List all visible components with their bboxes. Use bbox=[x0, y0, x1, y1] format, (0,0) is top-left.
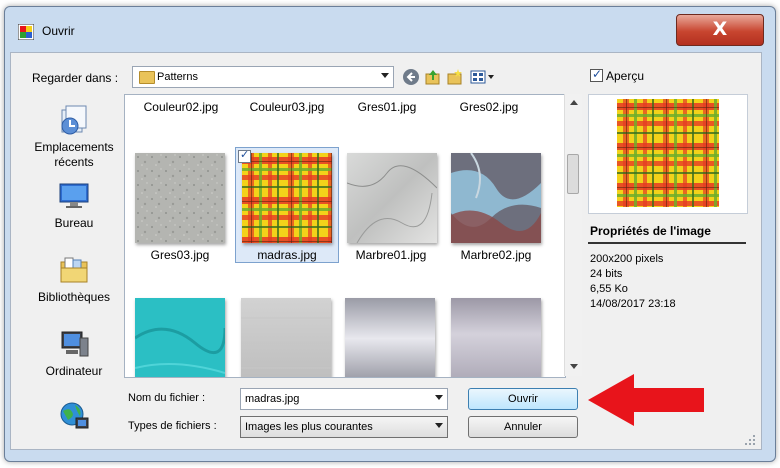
file-thumbnail[interactable] bbox=[347, 153, 437, 243]
file-name[interactable]: Gres02.jpg bbox=[439, 100, 539, 114]
filename-label: Nom du fichier : bbox=[128, 392, 206, 404]
new-folder-icon[interactable] bbox=[446, 68, 464, 86]
property-date: 14/08/2017 23:18 bbox=[590, 298, 676, 310]
file-list-scrollbar[interactable] bbox=[564, 94, 582, 376]
filetype-select[interactable]: Images les plus courantes bbox=[240, 416, 448, 438]
network-icon bbox=[60, 402, 89, 429]
file-name[interactable]: Couleur03.jpg bbox=[237, 100, 337, 114]
preview-image bbox=[617, 99, 719, 207]
window-title: Ouvrir bbox=[42, 24, 75, 38]
lookin-combo[interactable]: Patterns bbox=[132, 66, 394, 88]
file-name[interactable]: Marbre02.jpg bbox=[446, 248, 546, 262]
file-thumbnail[interactable] bbox=[241, 298, 331, 378]
folder-icon bbox=[139, 71, 155, 84]
properties-title: Propriétés de l'image bbox=[590, 224, 711, 238]
file-thumbnail[interactable] bbox=[451, 298, 541, 378]
lookin-value: Patterns bbox=[157, 71, 198, 83]
property-bits: 24 bits bbox=[590, 268, 623, 280]
place-label: Emplacements récents bbox=[34, 140, 114, 169]
app-icon bbox=[18, 24, 34, 40]
recent-places-icon bbox=[61, 105, 87, 135]
divider bbox=[588, 242, 746, 244]
place-network[interactable] bbox=[24, 400, 124, 436]
computer-icon bbox=[61, 331, 89, 357]
place-label: Bureau bbox=[54, 216, 94, 230]
file-thumbnail[interactable] bbox=[345, 298, 435, 378]
up-folder-icon[interactable] bbox=[424, 68, 442, 86]
close-icon: X bbox=[712, 18, 728, 40]
item-checkbox[interactable] bbox=[238, 148, 251, 163]
open-button[interactable]: Ouvrir bbox=[468, 388, 578, 410]
preview-pane bbox=[588, 94, 748, 214]
back-icon[interactable] bbox=[402, 68, 420, 86]
place-label: Ordinateur bbox=[45, 364, 103, 378]
place-desktop[interactable]: Bureau bbox=[24, 180, 124, 231]
cancel-button[interactable]: Annuler bbox=[468, 416, 578, 438]
chevron-down-icon bbox=[435, 423, 443, 428]
scroll-down-icon[interactable] bbox=[570, 364, 578, 369]
resize-grip-icon[interactable] bbox=[744, 434, 756, 446]
file-list[interactable]: Couleur02.jpg Couleur03.jpg Gres01.jpg G… bbox=[124, 94, 566, 378]
lookin-label: Regarder dans : bbox=[32, 71, 119, 85]
desktop-icon bbox=[59, 183, 89, 208]
libraries-icon bbox=[60, 257, 88, 283]
file-thumbnail[interactable] bbox=[135, 298, 225, 378]
preview-checkbox[interactable] bbox=[590, 67, 603, 82]
close-button[interactable]: X bbox=[676, 14, 764, 46]
place-label: Bibliothèques bbox=[37, 290, 111, 304]
place-libraries[interactable]: Bibliothèques bbox=[24, 254, 124, 305]
place-recent[interactable]: Emplacements récents bbox=[24, 104, 124, 170]
file-thumbnail[interactable] bbox=[135, 153, 225, 243]
filename-input[interactable]: madras.jpg bbox=[240, 388, 448, 410]
filename-value: madras.jpg bbox=[245, 393, 300, 405]
file-name[interactable]: Gres01.jpg bbox=[337, 100, 437, 114]
chevron-down-icon bbox=[381, 73, 389, 78]
scroll-up-icon[interactable] bbox=[570, 100, 578, 105]
file-name[interactable]: Marbre01.jpg bbox=[341, 248, 441, 262]
file-name[interactable]: madras.jpg bbox=[237, 248, 337, 262]
property-size: 6,55 Ko bbox=[590, 283, 628, 295]
preview-label: Aperçu bbox=[606, 69, 645, 83]
property-dimensions: 200x200 pixels bbox=[590, 253, 664, 265]
file-name[interactable]: Gres03.jpg bbox=[130, 248, 230, 262]
place-computer[interactable]: Ordinateur bbox=[24, 328, 124, 379]
view-menu-icon[interactable] bbox=[470, 68, 496, 86]
file-thumbnail[interactable] bbox=[242, 153, 332, 243]
filetype-label: Types de fichiers : bbox=[128, 420, 217, 432]
file-thumbnail[interactable] bbox=[451, 153, 541, 243]
scrollbar-thumb[interactable] bbox=[567, 154, 579, 194]
chevron-down-icon[interactable] bbox=[435, 395, 443, 400]
file-name[interactable]: Couleur02.jpg bbox=[131, 100, 231, 114]
annotation-arrow-icon bbox=[588, 374, 704, 426]
filetype-value: Images les plus courantes bbox=[245, 421, 373, 433]
